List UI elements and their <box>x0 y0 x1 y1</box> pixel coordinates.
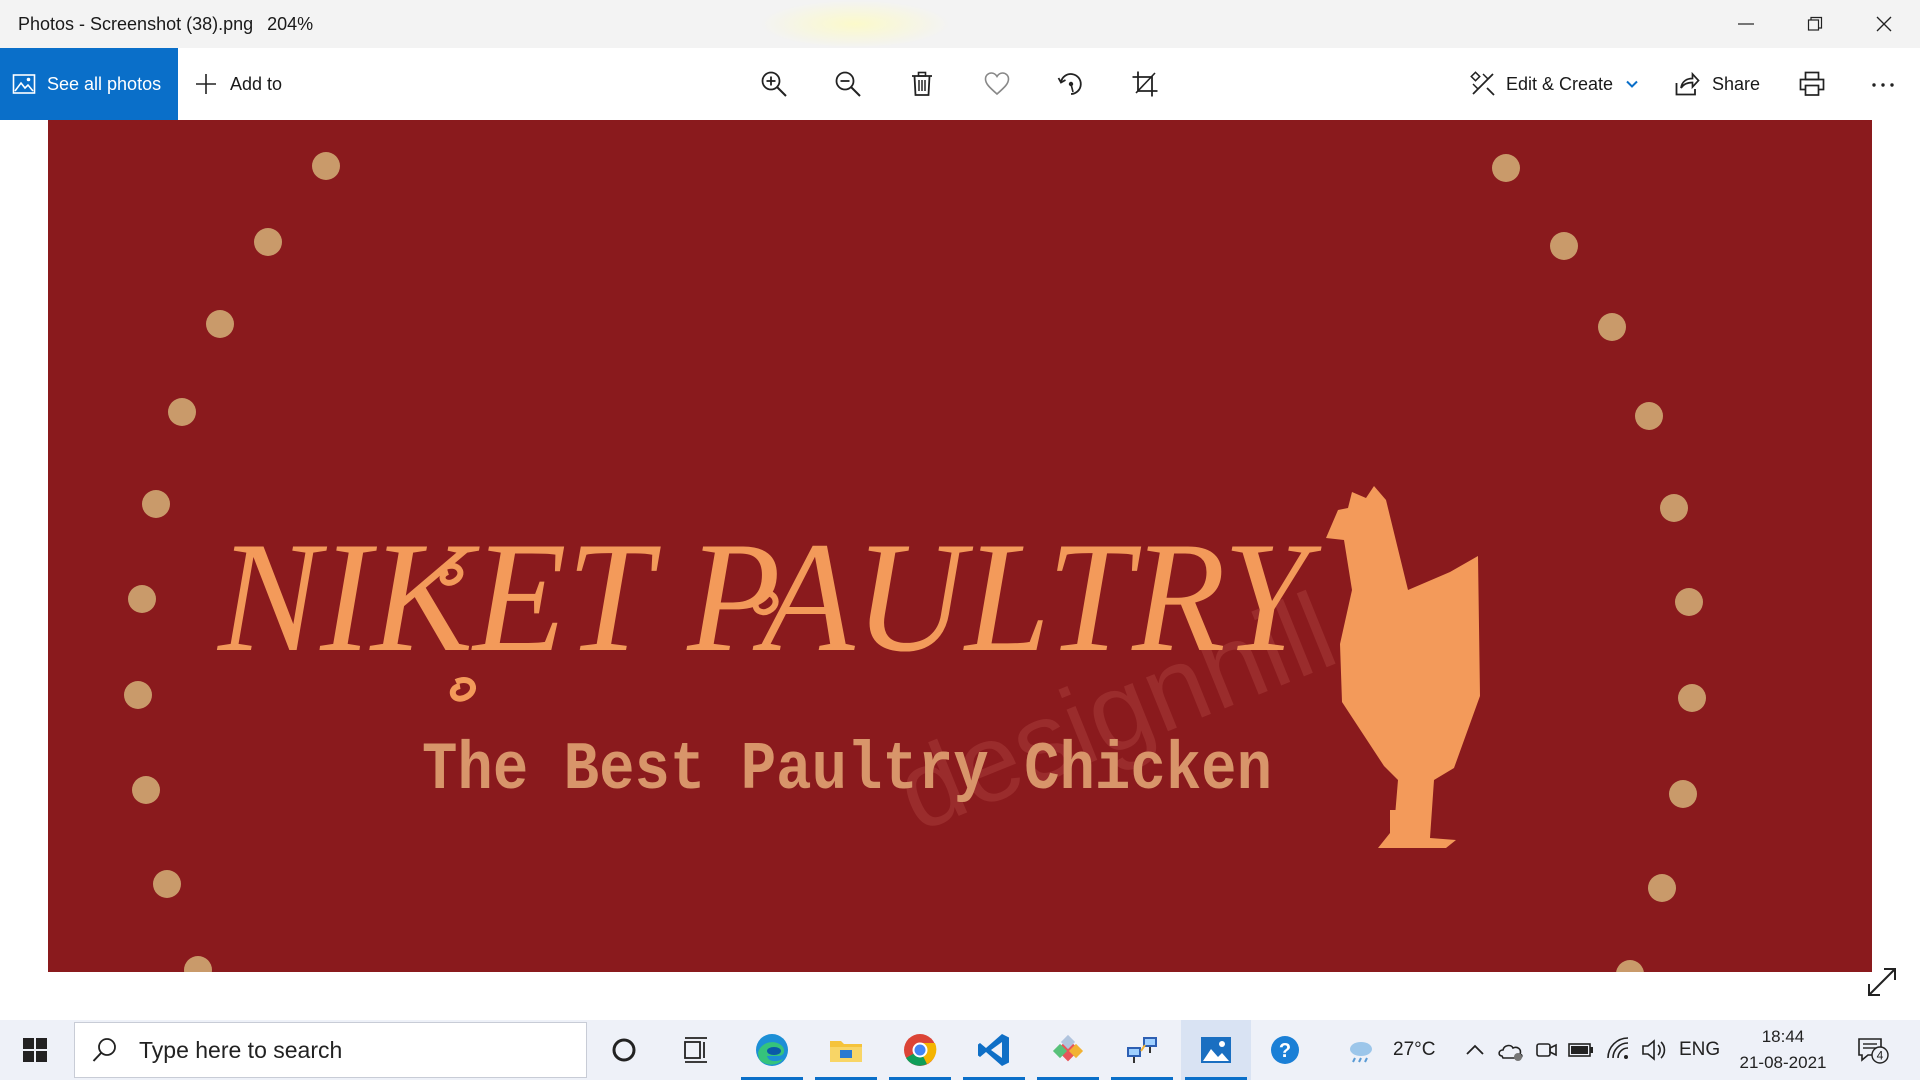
crop-button[interactable] <box>1127 66 1163 102</box>
brand-name: NIKET PAULTRY <box>216 510 1322 685</box>
logo-artwork: designhill NIKET PAULTRY The Best Paultr… <box>124 152 1706 972</box>
meet-now-icon[interactable] <box>1532 1036 1560 1064</box>
edge-icon <box>756 1034 788 1066</box>
vscode-app[interactable] <box>959 1020 1029 1080</box>
help-icon: ? <box>1271 1036 1299 1064</box>
add-to-label: Add to <box>230 73 283 94</box>
plus-icon <box>196 74 216 94</box>
edge-app[interactable] <box>737 1020 807 1080</box>
print-button[interactable] <box>1794 66 1830 102</box>
fullscreen-button[interactable] <box>1865 965 1899 999</box>
print-icon <box>1799 71 1825 96</box>
share-button[interactable]: Share <box>1674 48 1760 120</box>
zoom-out-icon <box>835 71 861 97</box>
photo-canvas[interactable]: designhill NIKET PAULTRY The Best Paultr… <box>48 120 1872 972</box>
cortana-button[interactable] <box>589 1020 659 1080</box>
clock-time: 18:44 <box>1761 1027 1805 1046</box>
svg-text:?: ? <box>1279 1040 1291 1062</box>
network-app[interactable] <box>1107 1020 1177 1080</box>
heart-icon <box>984 72 1010 96</box>
chrome-icon <box>904 1034 937 1066</box>
zoom-level: 204% <box>267 13 314 34</box>
input-language[interactable]: ENG <box>1679 1020 1720 1080</box>
volume-icon[interactable] <box>1640 1036 1668 1064</box>
git-gui-icon <box>1052 1034 1084 1062</box>
rotate-button[interactable] <box>1053 66 1089 102</box>
weather-temperature[interactable]: 27°C <box>1393 1020 1435 1080</box>
battery-icon[interactable] <box>1567 1036 1595 1064</box>
taskbar-search-box[interactable]: Type here to search <box>74 1022 587 1078</box>
photo-toolbar: See all photos Add to Edit & Create Shar… <box>0 48 1920 120</box>
edit-create-button[interactable]: Edit & Create <box>1470 48 1639 120</box>
close-button[interactable] <box>1850 0 1918 48</box>
onedrive-icon[interactable] <box>1497 1036 1525 1064</box>
more-options-button[interactable] <box>1865 66 1901 102</box>
notification-count: 4 <box>1877 1049 1884 1063</box>
photos-app[interactable] <box>1181 1020 1251 1080</box>
favorite-button[interactable] <box>979 66 1015 102</box>
zoom-in-icon <box>761 71 787 97</box>
edit-create-label: Edit & Create <box>1506 73 1614 94</box>
search-icon <box>92 1038 116 1062</box>
folder-icon <box>830 1041 862 1062</box>
rooster-silhouette <box>1326 486 1480 848</box>
window-title: Photos - Screenshot (38).png <box>18 13 254 34</box>
photos-app-icon <box>1201 1037 1231 1063</box>
network-computers-icon <box>1127 1037 1157 1063</box>
delete-icon <box>912 71 932 96</box>
taskbar: Type here to search ? 27°C ENG 18:44 21-… <box>0 1020 1920 1080</box>
weather-icon[interactable] <box>1347 1036 1375 1064</box>
clock-date: 21-08-2021 <box>1739 1053 1827 1072</box>
search-placeholder: Type here to search <box>139 1036 343 1063</box>
vscode-icon <box>978 1034 1009 1066</box>
cortana-icon <box>612 1038 636 1062</box>
zoom-out-button[interactable] <box>830 66 866 102</box>
help-app[interactable]: ? <box>1250 1020 1320 1080</box>
zoom-in-button[interactable] <box>756 66 792 102</box>
git-app[interactable] <box>1033 1020 1103 1080</box>
see-all-photos-label: See all photos <box>47 73 162 94</box>
action-center-button[interactable]: 4 <box>1856 1036 1890 1064</box>
file-explorer-app[interactable] <box>811 1020 881 1080</box>
restore-button[interactable] <box>1781 0 1849 48</box>
crop-icon <box>1132 71 1158 97</box>
chevron-up-icon <box>1466 1044 1484 1055</box>
close-icon <box>1876 16 1892 32</box>
clock[interactable]: 18:44 21-08-2021 <box>1718 1024 1848 1076</box>
more-icon <box>1872 83 1894 87</box>
restore-icon <box>1807 16 1823 31</box>
title-bar: Photos - Screenshot (38).png 204% <box>0 0 1920 48</box>
share-label: Share <box>1712 73 1761 94</box>
rotate-icon <box>1057 73 1082 95</box>
show-hidden-icons-button[interactable] <box>1461 1036 1489 1064</box>
see-all-photos-button[interactable]: See all photos <box>0 48 178 120</box>
photos-icon <box>12 74 36 94</box>
start-button[interactable] <box>10 1020 60 1080</box>
minimize-button[interactable] <box>1712 0 1780 48</box>
minimize-icon <box>1738 23 1754 25</box>
expand-icon <box>1868 968 1896 996</box>
chrome-app[interactable] <box>885 1020 955 1080</box>
add-to-button[interactable]: Add to <box>194 48 282 120</box>
wifi-icon[interactable] <box>1605 1036 1633 1064</box>
chevron-down-icon <box>1626 80 1638 88</box>
task-view-button[interactable] <box>661 1020 731 1080</box>
windows-icon <box>23 1038 47 1062</box>
share-icon <box>1675 71 1700 96</box>
delete-button[interactable] <box>904 66 940 102</box>
edit-create-icon <box>1470 71 1495 96</box>
notification-icon: 4 <box>1858 1038 1889 1064</box>
tagline: The Best Paultry Chicken <box>422 732 1272 809</box>
task-view-icon <box>684 1037 707 1063</box>
